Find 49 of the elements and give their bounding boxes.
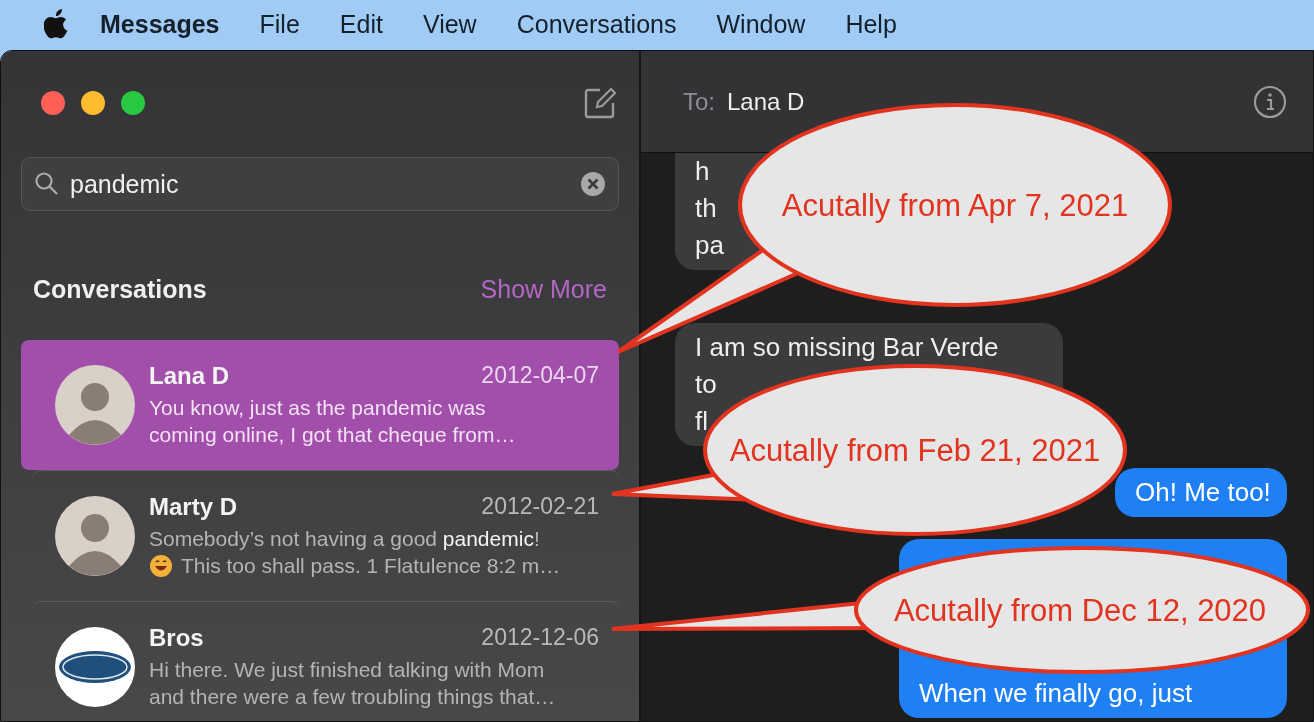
menu-item[interactable]: Messages — [100, 9, 220, 39]
message-text: fl — [695, 405, 708, 438]
contact-name: Bros — [149, 624, 204, 652]
recipient-name: Lana D — [727, 87, 805, 116]
search-field[interactable]: pandemic — [21, 157, 619, 211]
apple-logo-icon[interactable] — [44, 9, 70, 39]
message-preview: Hi there. We just finished talking with Mom — [149, 657, 546, 683]
menu-item[interactable]: File — [259, 9, 300, 39]
menu-item[interactable]: Window — [716, 9, 806, 39]
conversation-item[interactable]: Lana D 2012-04-07 You know, just as the pandemic was coming online, I got that cheque from… — [21, 340, 619, 470]
search-icon — [34, 171, 60, 197]
callout-text: Acutally from Dec 12, 2020 — [893, 593, 1267, 628]
info-icon[interactable] — [1253, 84, 1287, 119]
message-date: 2012-02-21 — [481, 493, 599, 521]
message-text: I am so missing Bar Verde — [695, 331, 999, 364]
message-date: 2012-04-07 — [481, 362, 599, 390]
close-button[interactable] — [41, 91, 65, 115]
message-preview: coming online, I got that cheque from… — [149, 422, 516, 448]
message-text: Oh! Me too! — [1135, 476, 1271, 509]
message-text: h — [695, 155, 710, 188]
contact-name: Marty D — [149, 493, 238, 521]
message-preview: and there were a few troubling things that… — [149, 684, 556, 710]
message-text: to — [695, 368, 717, 401]
section-title: Conversations — [33, 275, 207, 304]
to-label: To: — [683, 87, 715, 116]
compose-icon[interactable] — [583, 86, 617, 120]
search-text: pandemic — [70, 169, 180, 199]
message-text: th — [695, 192, 717, 225]
menu-item[interactable]: Help — [845, 9, 897, 39]
avatar-icon — [55, 496, 135, 576]
message-text: When we finally go, just — [919, 677, 1193, 710]
minimize-button[interactable] — [81, 91, 105, 115]
conversation-item[interactable]: Marty D 2012-02-21 Somebody’s not having a good pandemic! This too shall pass. 1 Flatulence 8:2 m… — [33, 470, 619, 601]
avatar-icon — [55, 365, 135, 445]
message-preview: This too shall pass. 1 Flatulence 8:2 m… — [181, 553, 561, 579]
contact-name: Lana D — [149, 362, 229, 390]
message-date: 2012-12-06 — [481, 624, 599, 652]
logo-icon — [55, 627, 135, 707]
zoom-button[interactable] — [121, 91, 145, 115]
message-preview: You know, just as the pandemic was — [149, 395, 487, 421]
message-preview: Somebody’s not having a good pandemic! — [149, 526, 541, 552]
conversation-item[interactable]: Bros 2012-12-06 Hi there. We just finished talking with Mom and there were a few troubling things that… — [33, 601, 619, 721]
menu-item[interactable]: View — [422, 9, 477, 39]
menu-item[interactable]: Conversations — [516, 9, 677, 39]
callout-text: Acutally from Apr 7, 2021 — [781, 188, 1129, 223]
clear-icon[interactable] — [580, 171, 606, 197]
message-text: pa — [695, 229, 724, 262]
callout-text: Acutally from Feb 21, 2021 — [729, 433, 1101, 468]
menu-item[interactable]: Edit — [339, 9, 383, 39]
